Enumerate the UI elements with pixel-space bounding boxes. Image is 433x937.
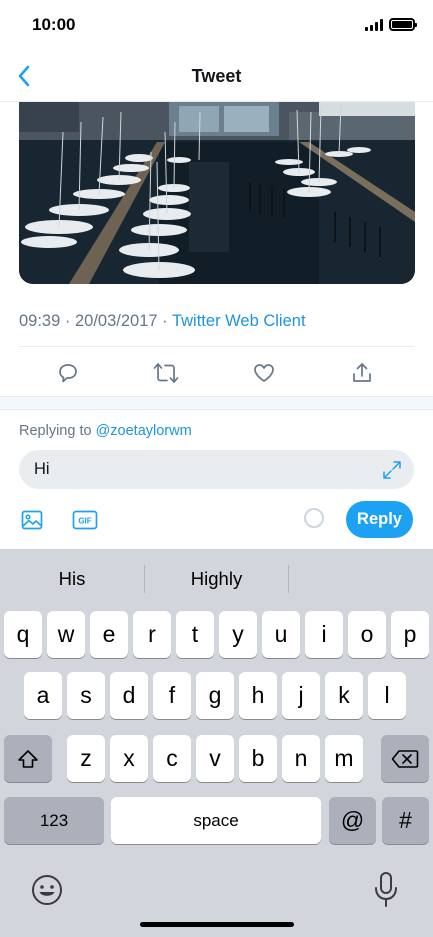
- key-d[interactable]: d: [110, 672, 148, 719]
- key-a[interactable]: a: [24, 672, 62, 719]
- retweet-icon: [153, 363, 179, 383]
- key-o[interactable]: o: [348, 611, 386, 658]
- suggestion-divider: [288, 565, 289, 593]
- tweet-image[interactable]: [19, 102, 415, 284]
- key-i[interactable]: i: [305, 611, 343, 658]
- key-b[interactable]: b: [239, 735, 277, 782]
- shift-icon: [18, 749, 38, 768]
- expand-icon: [383, 461, 401, 479]
- gif-label: GIF: [78, 517, 91, 526]
- reply-handle-link[interactable]: @zoetaylorwm: [96, 423, 192, 439]
- delete-key[interactable]: [381, 735, 429, 782]
- key-t[interactable]: t: [176, 611, 214, 658]
- like-button[interactable]: [249, 358, 279, 388]
- home-indicator[interactable]: [140, 922, 294, 927]
- meta-separator: ·: [162, 312, 168, 330]
- tweet-actions: [0, 356, 433, 390]
- suggestion-1[interactable]: His: [0, 568, 144, 590]
- key-j[interactable]: j: [282, 672, 320, 719]
- key-x[interactable]: x: [110, 735, 148, 782]
- image-icon: [21, 510, 43, 530]
- key-f[interactable]: f: [153, 672, 191, 719]
- emoji-button[interactable]: [30, 873, 64, 907]
- key-u[interactable]: u: [262, 611, 300, 658]
- share-icon: [353, 363, 371, 382]
- hash-key[interactable]: #: [382, 797, 429, 844]
- backspace-icon: [391, 749, 419, 768]
- tweet-date: 20/03/2017: [74, 312, 158, 330]
- key-r[interactable]: r: [133, 611, 171, 658]
- key-y[interactable]: y: [219, 611, 257, 658]
- replying-to-label: Replying to @zoetaylorwm: [19, 423, 192, 439]
- space-key[interactable]: space: [111, 797, 321, 844]
- reply-input-text: Hi: [34, 460, 50, 478]
- reply-button[interactable]: Reply: [346, 501, 413, 538]
- add-photo-button[interactable]: [20, 508, 44, 532]
- emoji-icon: [32, 875, 62, 905]
- at-key[interactable]: @: [329, 797, 376, 844]
- key-h[interactable]: h: [239, 672, 277, 719]
- cellular-signal-icon: [365, 18, 383, 31]
- status-bar: 10:00: [0, 0, 433, 50]
- page-title: Tweet: [191, 66, 242, 86]
- keyboard: His Highly q w e r t y u i o p a s d f g…: [0, 549, 433, 937]
- key-c[interactable]: c: [153, 735, 191, 782]
- key-k[interactable]: k: [325, 672, 363, 719]
- heart-icon: [254, 364, 274, 382]
- reply-input[interactable]: Hi: [19, 450, 414, 489]
- reply-action-button[interactable]: [53, 358, 83, 388]
- tweet-client-link[interactable]: Twitter Web Client: [172, 312, 306, 330]
- key-v[interactable]: v: [196, 735, 234, 782]
- key-e[interactable]: e: [90, 611, 128, 658]
- status-icons: [365, 18, 417, 31]
- numbers-key[interactable]: 123: [4, 797, 104, 844]
- share-button[interactable]: [347, 358, 377, 388]
- harbor-photo: [19, 102, 415, 284]
- key-s[interactable]: s: [67, 672, 105, 719]
- tweet-timestamp: 09:39 · 20/03/2017 · Twitter Web Client: [19, 312, 306, 331]
- shift-key[interactable]: [4, 735, 52, 782]
- divider: [19, 346, 414, 347]
- add-gif-button[interactable]: GIF: [72, 508, 98, 532]
- key-g[interactable]: g: [196, 672, 234, 719]
- gif-icon: GIF: [72, 510, 98, 530]
- section-divider: [0, 396, 433, 410]
- key-m[interactable]: m: [325, 735, 363, 782]
- retweet-button[interactable]: [151, 358, 181, 388]
- comment-icon: [59, 364, 77, 383]
- status-time: 10:00: [32, 15, 76, 34]
- meta-separator: ·: [64, 312, 71, 330]
- key-p[interactable]: p: [391, 611, 429, 658]
- microphone-icon: [375, 872, 397, 907]
- key-l[interactable]: l: [368, 672, 406, 719]
- nav-bar: Tweet: [0, 50, 433, 102]
- character-counter-ring: [304, 508, 324, 528]
- tweet-time: 09:39: [19, 312, 61, 330]
- dictation-button[interactable]: [371, 871, 401, 909]
- key-w[interactable]: w: [47, 611, 85, 658]
- battery-icon: [389, 18, 417, 31]
- expand-button[interactable]: [382, 460, 402, 480]
- key-q[interactable]: q: [4, 611, 42, 658]
- predictive-bar: His Highly: [0, 549, 433, 607]
- replying-prefix: Replying to: [19, 423, 92, 439]
- key-z[interactable]: z: [67, 735, 105, 782]
- key-n[interactable]: n: [282, 735, 320, 782]
- suggestion-2[interactable]: Highly: [145, 568, 288, 590]
